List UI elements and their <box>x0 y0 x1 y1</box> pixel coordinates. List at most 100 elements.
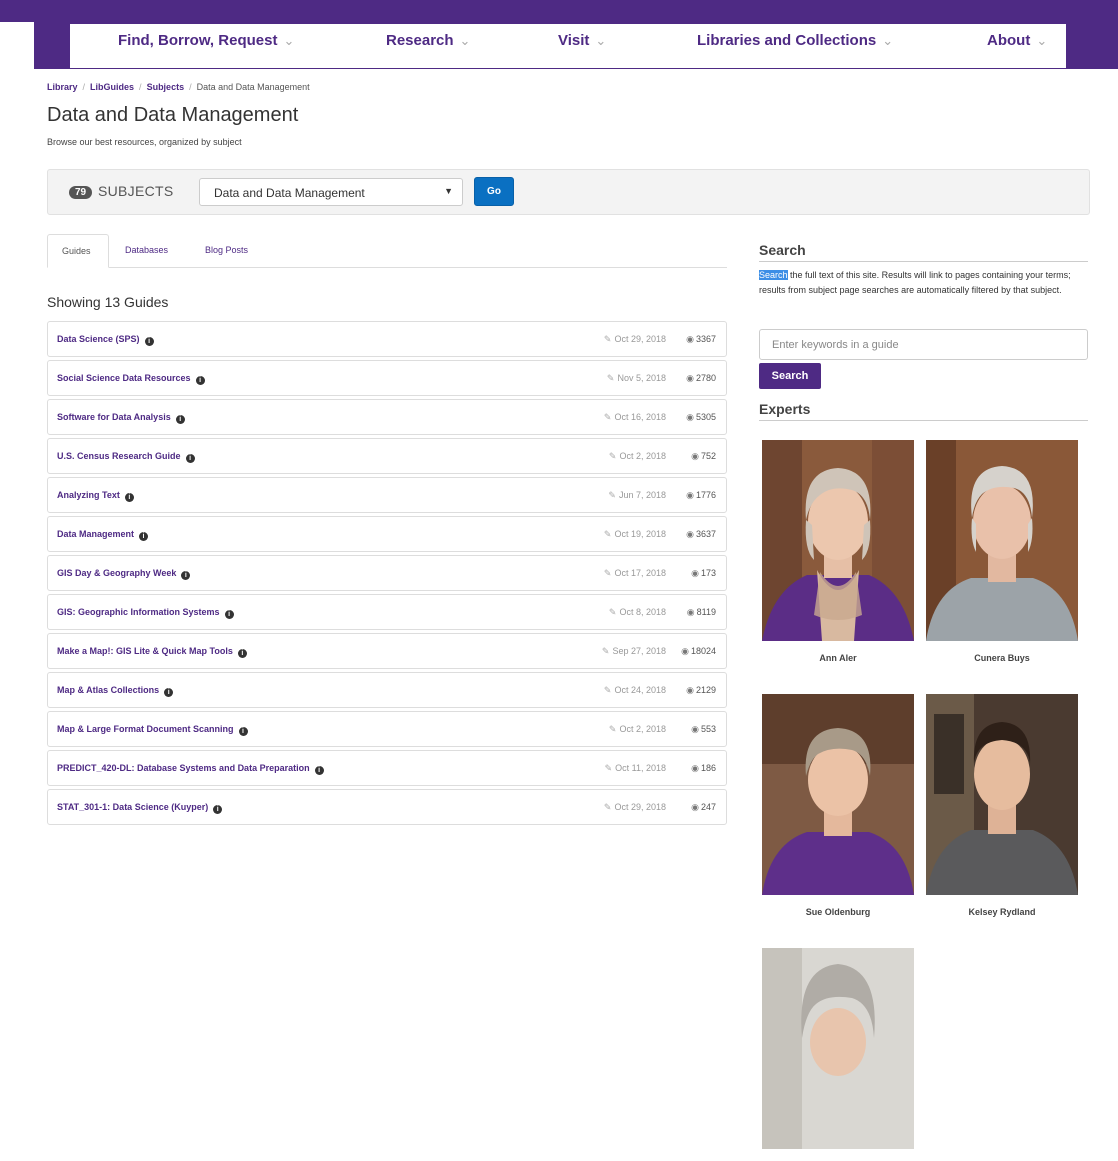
subject-count-badge: 79 <box>69 186 93 199</box>
guide-title: GIS: Geographic Information Systems <box>57 607 220 617</box>
guide-date-text: Oct 8, 2018 <box>619 607 666 617</box>
eye-icon: ◉ <box>686 685 694 695</box>
breadcrumb-link-library[interactable]: Library <box>47 82 78 92</box>
guide-views-text: 8119 <box>696 607 716 617</box>
edit-icon: ✎ <box>606 373 615 383</box>
guide-row: Software for Data Analysis i ✎ Oct 16, 2018… <box>47 399 727 435</box>
guide-title-link[interactable]: U.S. Census Research Guide i <box>57 451 195 463</box>
info-icon[interactable]: i <box>213 805 223 814</box>
guide-title-link[interactable]: Software for Data Analysis i <box>57 412 185 424</box>
guide-view-count: ◉ 247 <box>691 802 716 813</box>
guide-title-link[interactable]: Map & Atlas Collections i <box>57 685 174 697</box>
guide-view-count: ◉ 5305 <box>686 412 716 423</box>
info-icon[interactable]: i <box>185 454 195 463</box>
guide-views-text: 2780 <box>695 373 716 383</box>
info-icon[interactable]: i <box>314 766 324 775</box>
guide-updated-date: ✎ Oct 11, 2018 <box>605 763 666 774</box>
tab-guides[interactable]: Guides <box>47 234 109 268</box>
chevron-down-icon: ⌄ <box>595 33 607 48</box>
breadcrumb-separator: / <box>82 82 86 92</box>
info-icon[interactable]: i <box>124 493 134 502</box>
edit-icon: ✎ <box>608 607 617 617</box>
breadcrumb-link-libguides[interactable]: LibGuides <box>90 82 134 92</box>
edit-icon: ✎ <box>601 646 610 656</box>
expert-photo[interactable] <box>926 440 1078 641</box>
info-icon[interactable]: i <box>224 610 234 619</box>
guide-title: Social Science Data Resources <box>57 373 191 383</box>
search-input[interactable] <box>759 329 1088 360</box>
guide-row: PREDICT_420-DL: Database Systems and Dat… <box>47 750 727 786</box>
guide-list: Data Science (SPS) i ✎ Oct 29, 2018 ◉ 3367 Soc… <box>47 321 727 828</box>
subject-select[interactable]: Data and Data Management ▼ <box>199 178 463 206</box>
info-icon[interactable]: i <box>195 376 205 385</box>
edit-icon: ✎ <box>603 685 612 695</box>
expert-name[interactable]: Cunera Buys <box>926 653 1078 663</box>
info-icon[interactable]: i <box>237 649 247 658</box>
guide-updated-date: ✎ Oct 24, 2018 <box>604 685 666 696</box>
info-icon[interactable]: i <box>164 688 174 697</box>
guide-updated-date: ✎ Oct 19, 2018 <box>604 529 666 540</box>
subject-selector-bar: 79 SUBJECTS Data and Data Management ▼ G… <box>47 169 1090 215</box>
guide-views-text: 752 <box>700 451 716 461</box>
guide-views-text: 1776 <box>695 490 716 500</box>
nav-item-about[interactable]: About ⌄ <box>987 32 1047 49</box>
edit-icon: ✎ <box>603 412 612 422</box>
expert-photo[interactable] <box>762 694 914 895</box>
nav-item-find-borrow-request[interactable]: Find, Borrow, Request ⌄ <box>118 32 294 49</box>
info-icon[interactable]: i <box>175 415 185 424</box>
guide-row: GIS Day & Geography Week i ✎ Oct 17, 2018 ◉ 1… <box>47 555 727 591</box>
breadcrumb-link-subjects[interactable]: Subjects <box>147 82 185 92</box>
info-icon[interactable]: i <box>238 727 248 736</box>
tab-blog-posts[interactable]: Blog Posts <box>191 234 262 266</box>
expert-photo[interactable] <box>762 948 914 1149</box>
guide-view-count: ◉ 553 <box>691 724 716 735</box>
expert-name[interactable]: Ann Aler <box>762 653 914 663</box>
guide-title-link[interactable]: GIS Day & Geography Week i <box>57 568 191 580</box>
expert-photo[interactable] <box>926 694 1078 895</box>
guide-updated-date: ✎ Oct 8, 2018 <box>609 607 666 618</box>
guide-title-link[interactable]: Social Science Data Resources i <box>57 373 205 385</box>
eye-icon: ◉ <box>691 802 699 812</box>
guide-views-text: 5305 <box>695 412 716 422</box>
guide-title: Software for Data Analysis <box>57 412 171 422</box>
guide-title-link[interactable]: Make a Map!: GIS Lite & Quick Map Tools i <box>57 646 247 658</box>
guide-updated-date: ✎ Oct 16, 2018 <box>604 412 666 423</box>
guide-date-text: Oct 29, 2018 <box>614 802 666 812</box>
expert-name[interactable]: Kelsey Rydland <box>926 907 1078 917</box>
guide-title-link[interactable]: Data Science (SPS) i <box>57 334 154 346</box>
guide-views-text: 2129 <box>695 685 716 695</box>
info-icon[interactable]: i <box>181 571 191 580</box>
guide-title-link[interactable]: Analyzing Text i <box>57 490 134 502</box>
go-button[interactable]: Go <box>474 177 514 206</box>
tab-databases[interactable]: Databases <box>111 234 182 266</box>
guide-views-text: 3367 <box>695 334 716 344</box>
guide-view-count: ◉ 752 <box>691 451 716 462</box>
eye-icon: ◉ <box>691 451 699 461</box>
guide-title-link[interactable]: STAT_301-1: Data Science (Kuyper) i <box>57 802 223 814</box>
search-button[interactable]: Search <box>759 363 821 389</box>
expert-card: Cunera Buys <box>926 440 1078 663</box>
expert-name[interactable]: Sue Oldenburg <box>762 907 914 917</box>
guide-view-count: ◉ 3367 <box>686 334 716 345</box>
eye-icon: ◉ <box>686 490 694 500</box>
guide-title-link[interactable]: GIS: Geographic Information Systems i <box>57 607 234 619</box>
nav-item-libraries-and-collections[interactable]: Libraries and Collections ⌄ <box>697 32 893 49</box>
guide-updated-date: ✎ Oct 29, 2018 <box>604 802 666 813</box>
nav-item-label: Find, Borrow, Request <box>118 32 278 49</box>
info-icon[interactable]: i <box>144 337 154 346</box>
nav-item-visit[interactable]: Visit ⌄ <box>558 32 606 49</box>
guide-views-text: 18024 <box>690 646 716 656</box>
guide-title-link[interactable]: Map & Large Format Document Scanning i <box>57 724 248 736</box>
guide-title: STAT_301-1: Data Science (Kuyper) <box>57 802 209 812</box>
guide-views-text: 3637 <box>695 529 716 539</box>
eye-icon: ◉ <box>686 373 694 383</box>
guide-views-text: 553 <box>700 724 716 734</box>
info-icon[interactable]: i <box>139 532 149 541</box>
nav-item-research[interactable]: Research ⌄ <box>386 32 470 49</box>
expert-photo[interactable] <box>762 440 914 641</box>
chevron-down-icon: ⌄ <box>283 33 295 48</box>
guide-title-link[interactable]: Data Management i <box>57 529 149 541</box>
breadcrumb-separator: / <box>139 82 142 92</box>
guide-title-link[interactable]: PREDICT_420-DL: Database Systems and Dat… <box>57 763 324 775</box>
eye-icon: ◉ <box>691 724 699 734</box>
